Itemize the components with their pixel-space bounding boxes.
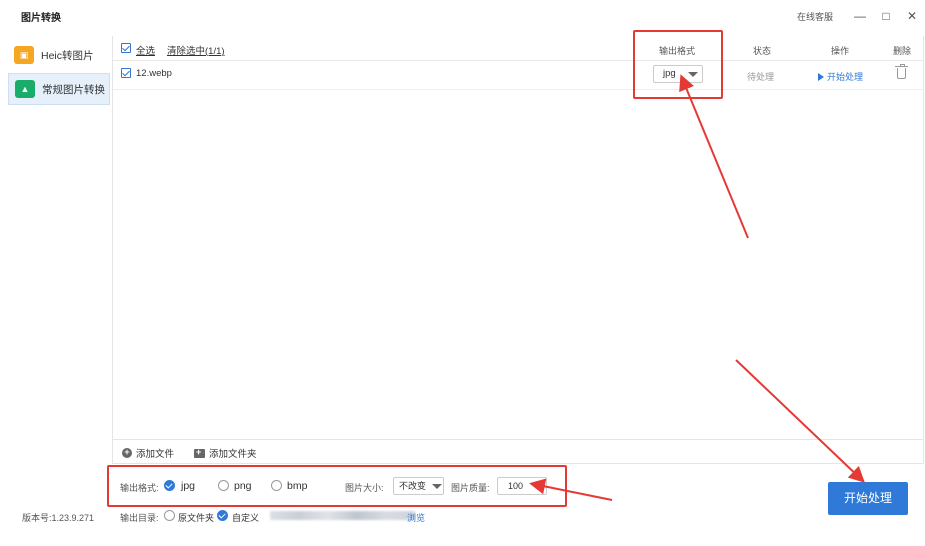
sidebar-item-label: Heic转图片 — [41, 49, 94, 62]
minimize-button[interactable]: — — [847, 9, 873, 23]
add-folder-button[interactable]: 添加文件夹 — [194, 446, 257, 460]
chevron-down-icon — [432, 484, 442, 489]
add-bar: + 添加文件 添加文件夹 — [112, 439, 924, 464]
image-quality-label: 图片质量: — [451, 483, 490, 493]
format-option-png[interactable]: png — [234, 480, 252, 492]
file-name: 12.webp — [136, 68, 172, 79]
add-folder-icon — [194, 447, 205, 458]
add-folder-label: 添加文件夹 — [209, 449, 257, 460]
add-file-button[interactable]: + 添加文件 — [122, 446, 174, 460]
file-table: 全选 清除选中(1/1) 输出格式 状态 操作 删除 12.webp jpg 待… — [112, 36, 924, 439]
sidebar: ▣ Heic转图片 ▲ 常规图片转换 — [0, 36, 112, 546]
column-header-format: 输出格式 — [659, 46, 696, 56]
image-size-label: 图片大小: — [345, 483, 384, 493]
output-dir-label: 输出目录: — [120, 513, 159, 523]
app-title: 图片转换 — [21, 13, 61, 24]
format-radio-png[interactable] — [218, 480, 229, 491]
image-size-select[interactable]: 不改变 — [393, 477, 444, 495]
dir-radio-original[interactable] — [164, 510, 175, 521]
version-label: 版本号:1.23.9.271 — [22, 513, 95, 523]
row-format-value: jpg — [663, 68, 676, 79]
format-radio-jpg[interactable] — [164, 480, 175, 491]
output-format-label: 输出格式: — [120, 483, 159, 493]
row-checkbox[interactable] — [121, 68, 131, 78]
chevron-down-icon — [688, 72, 698, 77]
image-quality-input[interactable]: 100 — [497, 477, 547, 495]
image-convert-icon: ▲ — [15, 80, 35, 98]
dir-option-original[interactable]: 原文件夹 — [178, 511, 214, 524]
row-start-button[interactable]: 开始处理 — [818, 70, 863, 83]
row-status: 待处理 — [747, 72, 775, 82]
title-bar: 图片转换 在线客服 — □ ✕ — [0, 0, 925, 30]
column-header-delete: 删除 — [893, 46, 912, 56]
select-all-checkbox[interactable] — [121, 43, 131, 53]
heic-image-icon: ▣ — [14, 46, 34, 64]
image-quality-value: 100 — [508, 481, 524, 491]
sidebar-item-label: 常规图片转换 — [42, 83, 105, 96]
close-button[interactable]: ✕ — [899, 9, 925, 23]
online-support-link[interactable]: 在线客服 — [797, 10, 833, 23]
table-header: 全选 清除选中(1/1) 输出格式 状态 操作 删除 — [113, 36, 923, 61]
clear-selected-link[interactable]: 清除选中(1/1) — [167, 43, 225, 57]
browse-link[interactable]: 浏览 — [407, 511, 425, 524]
format-option-jpg[interactable]: jpg — [181, 480, 195, 492]
format-option-bmp[interactable]: bmp — [287, 480, 307, 492]
row-format-select[interactable]: jpg — [653, 65, 703, 83]
trash-icon[interactable] — [895, 64, 908, 79]
dir-option-custom[interactable]: 自定义 — [232, 511, 259, 524]
format-radio-bmp[interactable] — [271, 480, 282, 491]
start-processing-button[interactable]: 开始处理 — [828, 482, 908, 515]
sidebar-item-image-convert[interactable]: ▲ 常规图片转换 — [8, 73, 110, 105]
sidebar-item-heic[interactable]: ▣ Heic转图片 — [8, 39, 110, 71]
dir-radio-custom[interactable] — [217, 510, 228, 521]
column-header-status: 状态 — [753, 46, 772, 56]
add-file-label: 添加文件 — [136, 449, 175, 460]
row-start-label: 开始处理 — [827, 72, 864, 82]
output-path-blurred — [270, 511, 415, 520]
maximize-button[interactable]: □ — [873, 9, 899, 23]
select-all-link[interactable]: 全选 — [136, 43, 155, 57]
window-controls: 在线客服 — □ ✕ — [797, 7, 925, 25]
table-row[interactable]: 12.webp jpg 待处理 开始处理 — [113, 61, 923, 90]
plus-circle-icon: + — [122, 448, 132, 458]
play-icon — [818, 73, 824, 81]
column-header-action: 操作 — [831, 46, 850, 56]
image-size-value: 不改变 — [399, 481, 427, 491]
